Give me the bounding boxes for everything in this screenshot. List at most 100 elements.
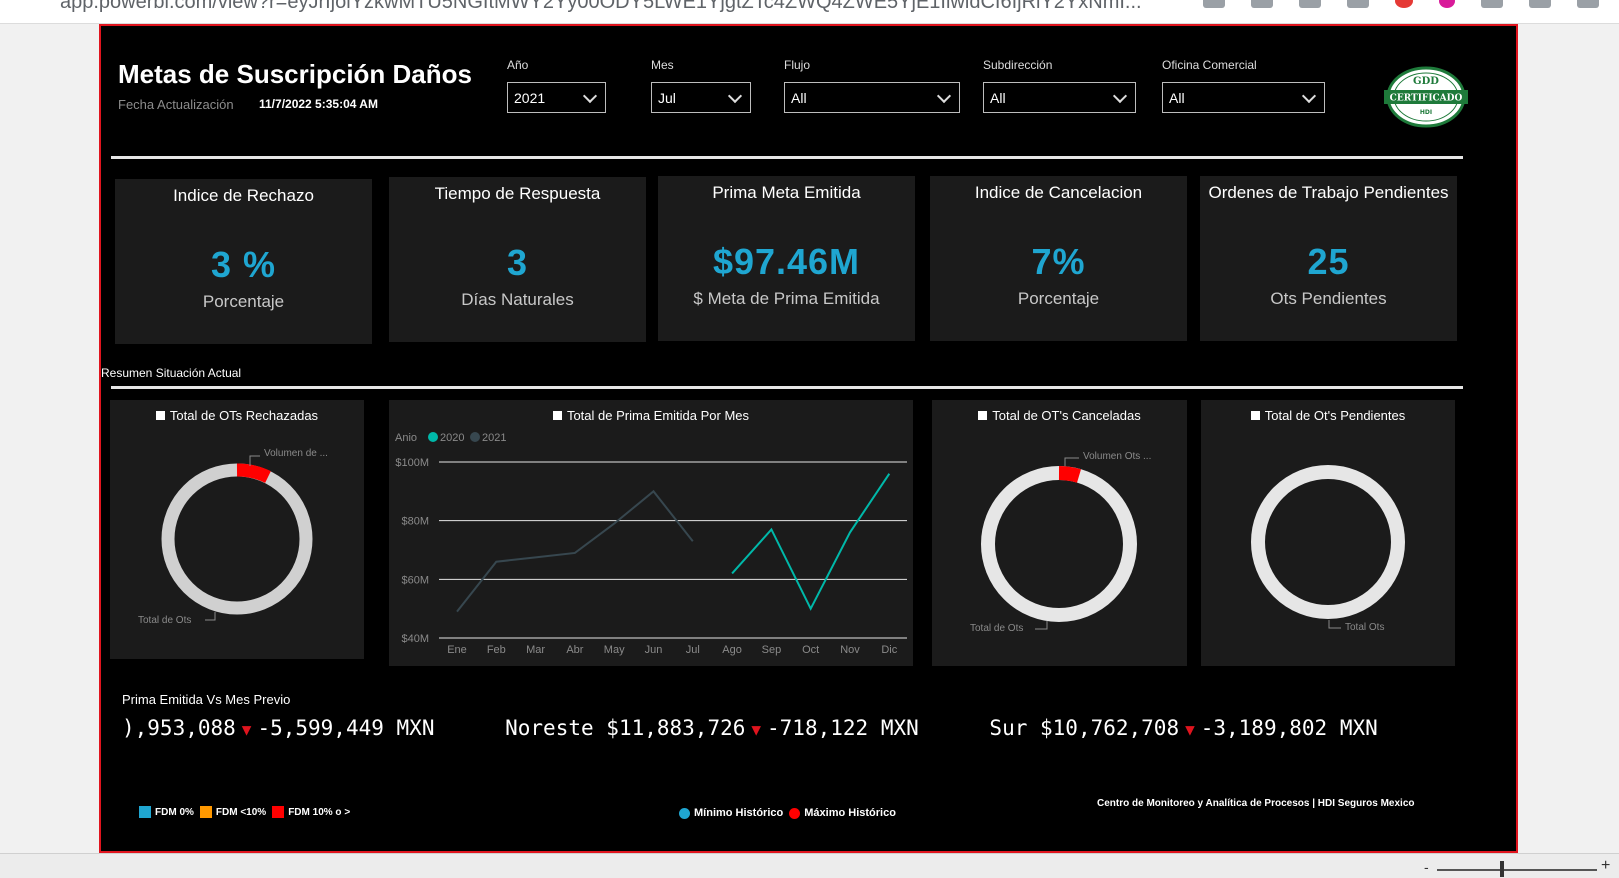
ticker-item: Sur $10,762,708 ▼ -3,189,802 MXN bbox=[989, 716, 1377, 740]
series-line-2021 bbox=[456, 489, 694, 613]
puzzle-icon[interactable] bbox=[1577, 0, 1599, 8]
section-label: Resumen Situación Actual bbox=[101, 366, 242, 380]
kpi-subtitle: $ Meta de Prima Emitida bbox=[693, 289, 880, 308]
filter-subdireccion-dropdown[interactable]: All bbox=[983, 82, 1136, 113]
legend-dot bbox=[428, 432, 438, 442]
leader-line bbox=[205, 612, 216, 621]
kpi-subtitle: Días Naturales bbox=[461, 290, 574, 309]
y-tick-label: $100M bbox=[395, 457, 429, 469]
extension-red-icon[interactable] bbox=[1395, 0, 1413, 8]
camera-icon[interactable] bbox=[1347, 0, 1369, 8]
kpi-title: Tiempo de Respuesta bbox=[434, 184, 601, 203]
ticker-region: Sur bbox=[989, 716, 1028, 740]
zoom-out-button[interactable]: - bbox=[1424, 859, 1429, 875]
card-ots-rechazadas[interactable]: Total de OTs Rechazadas Volumen de ... T… bbox=[110, 400, 364, 659]
x-tick-label: Nov bbox=[840, 644, 860, 656]
ticker-currency: MXN bbox=[396, 716, 435, 740]
donut-label-volume: Volumen de ... bbox=[264, 448, 328, 459]
update-value: 11/7/2022 5:35:04 AM bbox=[259, 97, 378, 111]
ticker-value: ),953,088 bbox=[122, 716, 236, 740]
legend-label: Mínimo Histórico bbox=[694, 807, 784, 819]
card-ots-pendientes[interactable]: Total de Ot's Pendientes Total Ots bbox=[1201, 400, 1455, 666]
ticker-label: Prima Emitida Vs Mes Previo bbox=[122, 692, 291, 707]
leader-line bbox=[1035, 621, 1048, 630]
kpi-subtitle: Porcentaje bbox=[1017, 289, 1100, 308]
legend-series-name: 2021 bbox=[482, 432, 506, 444]
legend-fdm: FDM 0% FDM <10% FDM 10% o > bbox=[139, 806, 350, 818]
address-bar[interactable]: app.powerbi.com/view?r=eyJrIjoiYzkwMTU5N… bbox=[60, 0, 1142, 14]
zoom-in-button[interactable]: + bbox=[1601, 857, 1610, 875]
legend-swatch bbox=[199, 806, 212, 818]
filter-flujo: Flujo All bbox=[784, 58, 960, 113]
profile-icon[interactable] bbox=[1529, 0, 1551, 8]
filter-value: All bbox=[1169, 90, 1185, 106]
legend-label: Máximo Histórico bbox=[804, 807, 896, 819]
ticker-marquee: ),953,088 ▼ -5,599,449 MXN Noreste $11,883… bbox=[122, 716, 1452, 746]
update-label: Fecha Actualización bbox=[118, 97, 234, 112]
legend-label: FDM 10% o > bbox=[288, 806, 351, 818]
footer-credit: Centro de Monitoreo y Analítica de Proce… bbox=[1097, 798, 1415, 809]
legend-dot bbox=[789, 807, 801, 819]
section-divider bbox=[111, 386, 1463, 389]
card-prima-emitida-por-mes[interactable]: Total de Prima Emitida Por Mes Anio 2020 2… bbox=[389, 400, 913, 666]
download-icon[interactable] bbox=[1481, 0, 1503, 8]
donut-chart-pendientes bbox=[1251, 465, 1405, 629]
legend-swatch bbox=[139, 806, 151, 818]
filter-oficina-comercial: Oficina Comercial All bbox=[1162, 58, 1325, 113]
kpi-subtitle: Ots Pendientes bbox=[1270, 289, 1387, 308]
kpi-card-indice-cancelacion: Indice de Cancelacion 7% Porcentaje bbox=[930, 176, 1187, 341]
filter-anio-dropdown[interactable]: 2021 bbox=[507, 82, 606, 113]
kpi-value: 3 bbox=[506, 242, 529, 283]
chevron-down-icon bbox=[936, 88, 952, 104]
filter-anio: Año 2021 bbox=[507, 58, 606, 113]
logo-bottom-text: HDI bbox=[1420, 109, 1432, 116]
zoom-slider-handle[interactable] bbox=[1500, 861, 1504, 877]
zoom-slider[interactable] bbox=[1437, 869, 1597, 871]
filter-flujo-dropdown[interactable]: All bbox=[784, 82, 960, 113]
shield-icon[interactable] bbox=[1299, 0, 1321, 8]
kpi-card-indice-rechazo: Indice de Rechazo 3 % Porcentaje bbox=[115, 179, 372, 344]
extension-pink-icon[interactable] bbox=[1439, 0, 1455, 8]
filter-label: Subdirección bbox=[983, 58, 1053, 72]
logo-top-text: GDD bbox=[1413, 76, 1439, 87]
chevron-down-icon bbox=[1112, 88, 1128, 104]
triangle-down-icon: ▼ bbox=[241, 720, 252, 739]
x-tick-label: Abr bbox=[566, 644, 583, 656]
browser-bar: app.powerbi.com/view?r=eyJrIjoiYzkwMTU5N… bbox=[0, 0, 1619, 24]
kpi-subtitle: Porcentaje bbox=[202, 292, 285, 311]
logo-band-text: CERTIFICADO bbox=[1390, 94, 1463, 104]
ticker-currency: MXN bbox=[880, 716, 919, 740]
chevron-down-icon bbox=[1301, 88, 1317, 104]
y-tick-label: $40M bbox=[401, 633, 429, 645]
x-tick-label: Mar bbox=[526, 644, 545, 656]
filter-label: Mes bbox=[651, 58, 674, 72]
kpi-title: Indice de Rechazo bbox=[173, 186, 314, 205]
chevron-down-icon bbox=[727, 88, 743, 104]
kpi-title: Indice de Cancelacion bbox=[974, 183, 1143, 202]
x-tick-label: May bbox=[604, 644, 625, 656]
x-tick-label: Sep bbox=[762, 644, 782, 656]
share-icon[interactable] bbox=[1203, 0, 1225, 8]
kpi-card-ordenes-pendientes: Ordenes de Trabajo Pendientes 25 Ots Pen… bbox=[1200, 176, 1457, 341]
filter-oficina-dropdown[interactable]: All bbox=[1162, 82, 1325, 113]
donut-ring bbox=[1251, 465, 1405, 619]
line-chart-prima: Anio 2020 2021 $40M $60M $80M $100M Ene Feb Mar Ab… bbox=[395, 432, 907, 656]
kpi-value: 25 bbox=[1307, 241, 1350, 282]
filter-value: 2021 bbox=[514, 90, 546, 106]
filter-mes: Mes Jul bbox=[651, 58, 751, 113]
card-ots-canceladas[interactable]: Total de OT's Canceladas Volumen Ots ...… bbox=[932, 400, 1187, 666]
filter-label: Oficina Comercial bbox=[1162, 58, 1257, 72]
kpi-card-tiempo-respuesta: Tiempo de Respuesta 3 Días Naturales bbox=[389, 177, 646, 342]
ticker-value: $11,883,726 bbox=[606, 716, 746, 740]
kpi-card-prima-meta: Prima Meta Emitida $97.46M $ Meta de Pri… bbox=[658, 176, 915, 341]
x-tick-label: Oct bbox=[802, 644, 819, 656]
ticker-delta: -5,599,449 bbox=[257, 716, 384, 740]
filter-mes-dropdown[interactable]: Jul bbox=[651, 82, 751, 113]
legend-label: FDM <10% bbox=[215, 806, 267, 818]
filter-value: All bbox=[791, 90, 807, 106]
triangle-down-icon: ▼ bbox=[751, 720, 762, 739]
donut-ring bbox=[981, 466, 1137, 622]
donut-ring bbox=[161, 463, 313, 615]
star-icon[interactable] bbox=[1251, 0, 1273, 8]
ticker-value: $10,762,708 bbox=[1040, 716, 1180, 740]
